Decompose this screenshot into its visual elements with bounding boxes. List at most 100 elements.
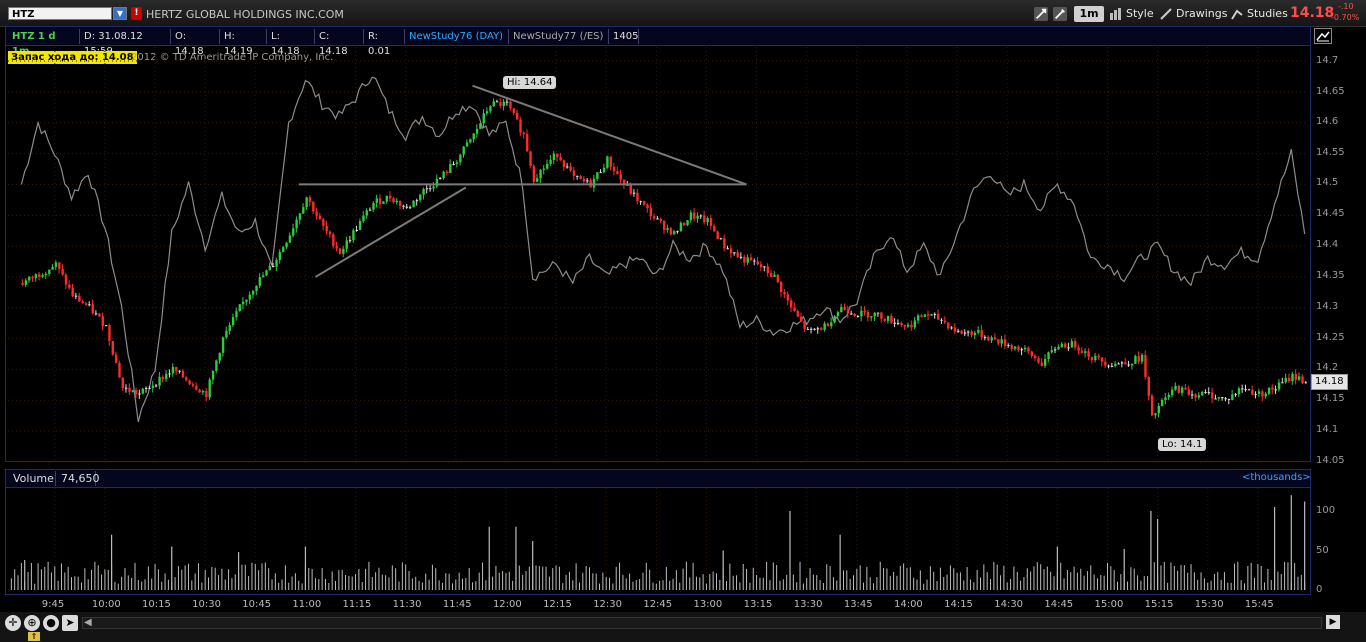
candle-body bbox=[1047, 352, 1050, 359]
candle-body bbox=[221, 337, 225, 353]
candle-body bbox=[1301, 376, 1304, 384]
candle-body bbox=[201, 391, 205, 393]
candle-body bbox=[1140, 354, 1144, 362]
candle-body bbox=[305, 197, 308, 208]
candle-body bbox=[542, 168, 546, 170]
candle-body bbox=[903, 324, 907, 327]
candle-body bbox=[482, 113, 485, 124]
scroll-left-icon[interactable]: ◀ bbox=[84, 617, 92, 628]
crosshair-icon[interactable]: ✛ bbox=[5, 615, 21, 631]
candle-body bbox=[656, 218, 659, 220]
candle-body bbox=[1154, 413, 1157, 416]
candle-body bbox=[128, 387, 131, 392]
candle-body bbox=[1291, 373, 1294, 382]
candle-body bbox=[1261, 391, 1264, 397]
candle-body bbox=[1194, 394, 1197, 398]
candle-body bbox=[181, 370, 185, 378]
candle-body bbox=[1094, 355, 1097, 361]
candle-body bbox=[990, 337, 993, 341]
candle-body bbox=[977, 330, 980, 333]
candle-body bbox=[853, 314, 856, 316]
candle-body bbox=[61, 268, 64, 275]
time-tick: 11:15 bbox=[342, 599, 372, 610]
candle-body bbox=[265, 270, 268, 276]
candle-body bbox=[816, 328, 820, 330]
candle-body bbox=[1127, 364, 1130, 366]
candle-body bbox=[409, 207, 412, 209]
candle-body bbox=[759, 264, 763, 268]
candle-body bbox=[1264, 393, 1267, 397]
candle-body bbox=[275, 259, 278, 267]
candle-body bbox=[298, 213, 302, 220]
candle-body bbox=[773, 274, 776, 277]
candle-body bbox=[358, 221, 362, 230]
candle-body bbox=[1074, 341, 1077, 348]
candle-body bbox=[663, 220, 666, 230]
candle-body bbox=[703, 215, 706, 223]
candle-body bbox=[345, 240, 348, 249]
time-tick: 10:30 bbox=[192, 599, 221, 610]
candle-body bbox=[318, 215, 322, 220]
candle-body bbox=[890, 315, 893, 323]
candle-body bbox=[993, 337, 997, 340]
pointer-icon[interactable]: ➤ bbox=[62, 615, 78, 631]
candle-body bbox=[950, 327, 953, 329]
chart-scrollbar[interactable] bbox=[82, 617, 1322, 629]
candle-body bbox=[1284, 377, 1288, 383]
expand-up-icon[interactable]: ⇑ bbox=[28, 632, 40, 641]
candle-body bbox=[860, 310, 863, 317]
candle-body bbox=[525, 134, 529, 152]
candle-body bbox=[215, 360, 218, 371]
candle-body bbox=[21, 283, 24, 285]
candle-body bbox=[1164, 397, 1167, 401]
candle-body bbox=[429, 188, 432, 190]
candle-body bbox=[1297, 376, 1301, 380]
candle-body bbox=[973, 332, 977, 336]
candle-body bbox=[512, 108, 516, 113]
zoom-out-icon[interactable]: ● bbox=[43, 615, 59, 631]
candle-body bbox=[415, 200, 419, 202]
candle-body bbox=[278, 251, 282, 260]
candle-body bbox=[632, 192, 636, 194]
candle-body bbox=[261, 275, 265, 278]
candle-body bbox=[763, 266, 766, 268]
candle-body bbox=[910, 324, 913, 328]
candle-body bbox=[158, 376, 161, 386]
candle-body bbox=[1020, 349, 1023, 351]
candle-body bbox=[442, 171, 445, 179]
candle-body bbox=[485, 111, 489, 114]
candle-body bbox=[1077, 347, 1080, 351]
candle-body bbox=[602, 167, 606, 173]
candle-body bbox=[231, 317, 235, 326]
candle-body bbox=[185, 377, 188, 381]
candle-body bbox=[312, 201, 315, 212]
candle-body bbox=[385, 195, 389, 202]
time-tick: 12:15 bbox=[543, 599, 572, 610]
candle-body bbox=[716, 231, 719, 240]
candle-body bbox=[94, 313, 98, 315]
candle-body bbox=[856, 315, 860, 317]
candle-body bbox=[332, 234, 335, 246]
candle-body bbox=[893, 322, 897, 324]
candle-body bbox=[652, 216, 656, 219]
candle-body bbox=[706, 218, 709, 223]
candle-body bbox=[562, 160, 566, 167]
candle-body bbox=[322, 219, 325, 226]
zoom-icon[interactable]: ⊕ bbox=[24, 615, 40, 631]
candle-body bbox=[188, 380, 191, 385]
candle-body bbox=[1170, 389, 1174, 396]
candle-body bbox=[913, 320, 917, 328]
candle-body bbox=[38, 274, 41, 277]
candle-body bbox=[1257, 391, 1261, 394]
candle-body bbox=[151, 385, 155, 388]
time-tick: 13:30 bbox=[793, 599, 823, 610]
volume-label[interactable]: Volume bbox=[8, 471, 56, 486]
candle-body bbox=[783, 292, 786, 295]
candle-body bbox=[272, 265, 275, 267]
candle-body bbox=[957, 330, 960, 332]
scroll-right-icon[interactable]: ▶ bbox=[1326, 615, 1340, 629]
candle-body bbox=[1010, 345, 1013, 349]
candle-body bbox=[41, 275, 44, 277]
candle-body bbox=[592, 178, 596, 188]
candle-body bbox=[786, 294, 790, 301]
